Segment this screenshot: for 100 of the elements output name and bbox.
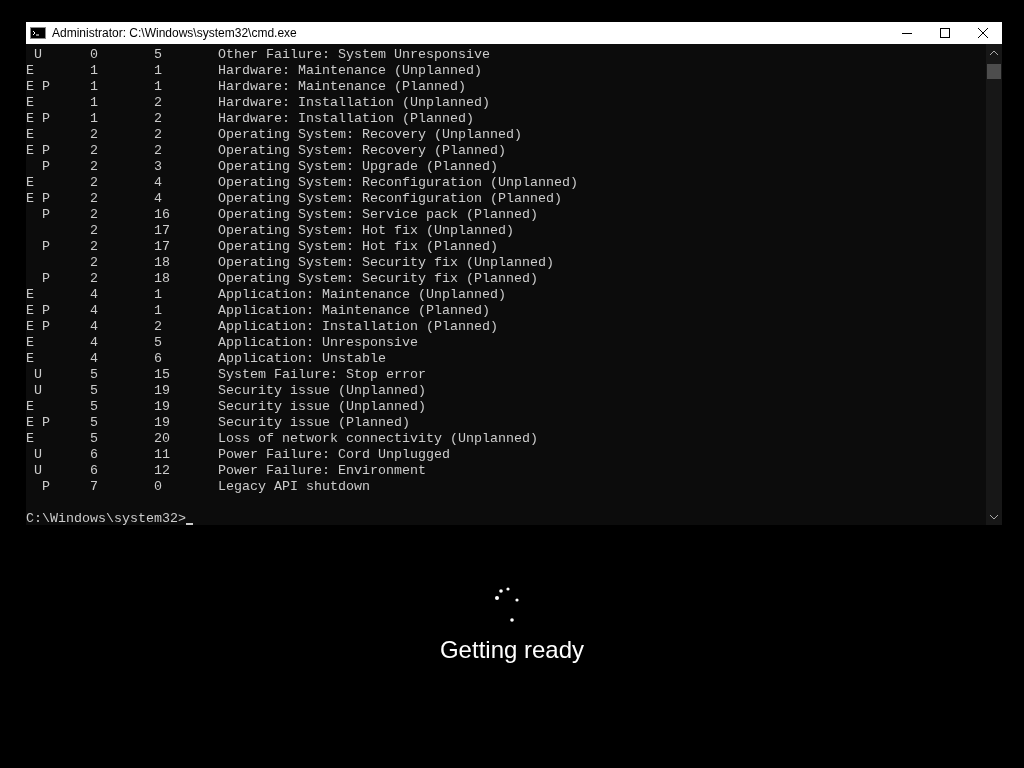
major-code: 4 [90, 335, 98, 350]
flag-text: E [26, 415, 34, 430]
reason-text: Application: Unresponsive [218, 335, 418, 351]
minor-code: 1 [154, 79, 162, 94]
flag-text: P [42, 207, 50, 222]
major-code: 6 [90, 447, 98, 462]
scroll-thumb[interactable] [987, 64, 1001, 79]
major-code: 2 [90, 143, 98, 158]
flag-text: P [42, 239, 50, 254]
reason-text: System Failure: Stop error [218, 367, 426, 383]
flag-text: P [42, 143, 50, 158]
reason-text: Operating System: Hot fix (Planned) [218, 239, 498, 255]
reason-text: Application: Maintenance (Planned) [218, 303, 490, 319]
reason-text: Application: Unstable [218, 351, 386, 367]
reason-text: Operating System: Recovery (Unplanned) [218, 127, 522, 143]
major-code: 4 [90, 287, 98, 302]
flag-text: E [26, 127, 34, 142]
flag-text: E [26, 319, 34, 334]
reason-text: Legacy API shutdown [218, 479, 370, 495]
major-code: 7 [90, 479, 98, 494]
major-code: 1 [90, 95, 98, 110]
major-code: 6 [90, 463, 98, 478]
status-text: Getting ready [439, 635, 585, 665]
minor-code: 18 [154, 255, 170, 270]
major-code: 1 [90, 63, 98, 78]
flag-text: U [34, 383, 42, 398]
minimize-icon [902, 32, 912, 34]
major-code: 2 [90, 239, 98, 254]
close-icon [978, 28, 988, 38]
reason-text: Security issue (Planned) [218, 415, 410, 431]
minor-code: 2 [154, 127, 162, 142]
flag-text: E [26, 63, 34, 78]
flag-text: E [26, 95, 34, 110]
window-title: Administrator: C:\Windows\system32\cmd.exe [52, 25, 297, 42]
reason-text: Loss of network connectivity (Unplanned) [218, 431, 538, 447]
minor-code: 17 [154, 239, 170, 254]
scrollbar[interactable] [986, 44, 1002, 525]
flag-text: P [42, 415, 50, 430]
major-code: 5 [90, 415, 98, 430]
maximize-icon [940, 28, 950, 38]
minor-code: 16 [154, 207, 170, 222]
flag-text: E [26, 399, 34, 414]
reason-text: Operating System: Reconfiguration (Planned) [218, 191, 562, 207]
minor-code: 12 [154, 463, 170, 478]
minor-code: 1 [154, 287, 162, 302]
reason-text: Operating System: Recovery (Planned) [218, 143, 506, 159]
flag-text: E [26, 79, 34, 94]
major-code: 2 [90, 159, 98, 174]
minor-code: 11 [154, 447, 170, 462]
flag-text: E [26, 111, 34, 126]
major-code: 2 [90, 223, 98, 238]
reason-text: Operating System: Service pack (Planned) [218, 207, 538, 223]
terminal-icon [30, 27, 46, 39]
reason-text: Security issue (Unplanned) [218, 399, 426, 415]
major-code: 2 [90, 255, 98, 270]
minor-code: 1 [154, 63, 162, 78]
minor-code: 3 [154, 159, 162, 174]
flag-text: U [34, 47, 42, 62]
flag-text: P [42, 271, 50, 286]
major-code: 1 [90, 79, 98, 94]
flag-text: P [42, 159, 50, 174]
flag-text: P [42, 303, 50, 318]
minor-code: 5 [154, 335, 162, 350]
flag-text: P [42, 79, 50, 94]
flag-text: P [42, 111, 50, 126]
reason-text: Operating System: Hot fix (Unplanned) [218, 223, 514, 239]
reason-text: Operating System: Security fix (Planned) [218, 271, 538, 287]
minor-code: 4 [154, 191, 162, 206]
major-code: 2 [90, 271, 98, 286]
major-code: 5 [90, 431, 98, 446]
command-prompt: C:\Windows\system32> [26, 511, 186, 527]
major-code: 0 [90, 47, 98, 62]
major-code: 2 [90, 127, 98, 142]
text-cursor [185, 523, 193, 525]
minor-code: 2 [154, 95, 162, 110]
minor-code: 17 [154, 223, 170, 238]
reason-text: Application: Maintenance (Unplanned) [218, 287, 506, 303]
major-code: 5 [90, 399, 98, 414]
major-code: 4 [90, 319, 98, 334]
reason-text: Hardware: Installation (Planned) [218, 111, 474, 127]
flag-text: E [26, 175, 34, 190]
flag-text: U [34, 463, 42, 478]
major-code: 5 [90, 383, 98, 398]
flag-text: E [26, 287, 34, 302]
reason-text: Operating System: Security fix (Unplanned) [218, 255, 554, 271]
reason-text: Hardware: Installation (Unplanned) [218, 95, 490, 111]
minor-code: 19 [154, 399, 170, 414]
minor-code: 1 [154, 303, 162, 318]
flag-text: E [26, 191, 34, 206]
minor-code: 2 [154, 111, 162, 126]
major-code: 4 [90, 303, 98, 318]
major-code: 2 [90, 191, 98, 206]
major-code: 2 [90, 207, 98, 222]
flag-text: U [34, 447, 42, 462]
minor-code: 2 [154, 143, 162, 158]
major-code: 5 [90, 367, 98, 382]
flag-text: U [34, 367, 42, 382]
flag-text: P [42, 191, 50, 206]
minor-code: 19 [154, 415, 170, 430]
reason-text: Application: Installation (Planned) [218, 319, 498, 335]
